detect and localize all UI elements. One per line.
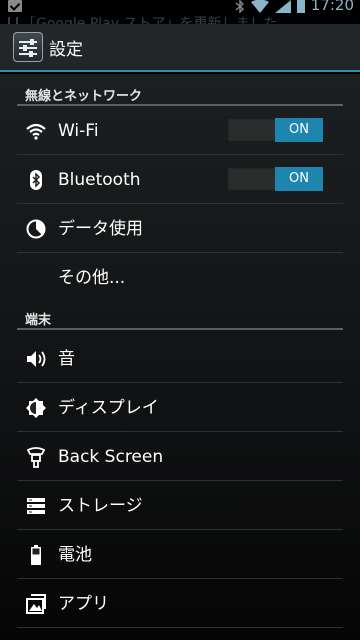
toggle-on-label: ON	[275, 118, 323, 142]
settings-item-label: 音	[58, 349, 75, 369]
battery-icon	[31, 545, 41, 565]
notification-ticker: 「Google Play ストア」を更新しました	[0, 13, 360, 24]
page-title: 設定	[49, 39, 83, 60]
settings-list: 無線とネットワーク Wi-Fi ON Bluetooth ON データ使用 その…	[0, 74, 360, 640]
bluetooth-toggle[interactable]: ON	[227, 167, 323, 191]
settings-app-icon[interactable]	[13, 32, 43, 62]
settings-item-label: 電池	[58, 545, 92, 565]
settings-item-more[interactable]: その他...	[17, 253, 343, 302]
settings-item-sound[interactable]: 音	[17, 334, 343, 383]
section-header-device: 端末	[17, 302, 343, 330]
section-header-wireless: 無線とネットワーク	[17, 78, 343, 106]
data-usage-icon	[26, 219, 46, 239]
settings-item-back-screen[interactable]: Back Screen	[17, 432, 343, 481]
battery-icon	[296, 0, 305, 13]
action-bar: 設定	[0, 24, 360, 72]
bluetooth-icon	[30, 170, 42, 190]
wifi-icon	[26, 123, 46, 140]
storage-icon	[27, 498, 45, 514]
settings-item-bluetooth[interactable]: Bluetooth ON	[17, 155, 343, 204]
settings-item-storage[interactable]: ストレージ	[17, 481, 343, 530]
trash-icon	[8, 17, 18, 24]
notification-ticker-text: 「Google Play ストア」を更新しました	[22, 16, 278, 24]
wifi-toggle[interactable]: ON	[227, 118, 323, 142]
apps-icon	[26, 594, 46, 614]
settings-item-label: その他...	[58, 268, 126, 288]
settings-item-label: Bluetooth	[58, 170, 141, 190]
status-icons: 17:20	[235, 0, 360, 14]
wifi-icon	[250, 0, 269, 13]
back-screen-icon	[26, 447, 46, 468]
toggle-on-label: ON	[275, 167, 323, 191]
display-icon	[26, 398, 46, 418]
bluetooth-icon	[235, 0, 244, 13]
settings-item-battery[interactable]: 電池	[17, 530, 343, 579]
settings-item-label: ディスプレイ	[58, 398, 159, 418]
settings-item-label: ストレージ	[58, 496, 143, 516]
settings-item-data-usage[interactable]: データ使用	[17, 204, 343, 253]
settings-item-wifi[interactable]: Wi-Fi ON	[17, 106, 343, 155]
settings-item-display[interactable]: ディスプレイ	[17, 383, 343, 432]
settings-item-label: データ使用	[58, 219, 143, 239]
settings-item-apps[interactable]: アプリ	[17, 579, 343, 628]
check-icon	[8, 0, 22, 12]
sound-icon	[27, 351, 46, 367]
settings-item-label: Back Screen	[58, 447, 164, 467]
status-bar: 「Google Play ストア」を更新しました 17:20	[0, 0, 360, 24]
settings-item-label: Wi-Fi	[58, 121, 99, 141]
clock: 17:20	[310, 0, 354, 14]
signal-icon	[274, 0, 291, 13]
settings-item-label: アプリ	[58, 594, 109, 614]
